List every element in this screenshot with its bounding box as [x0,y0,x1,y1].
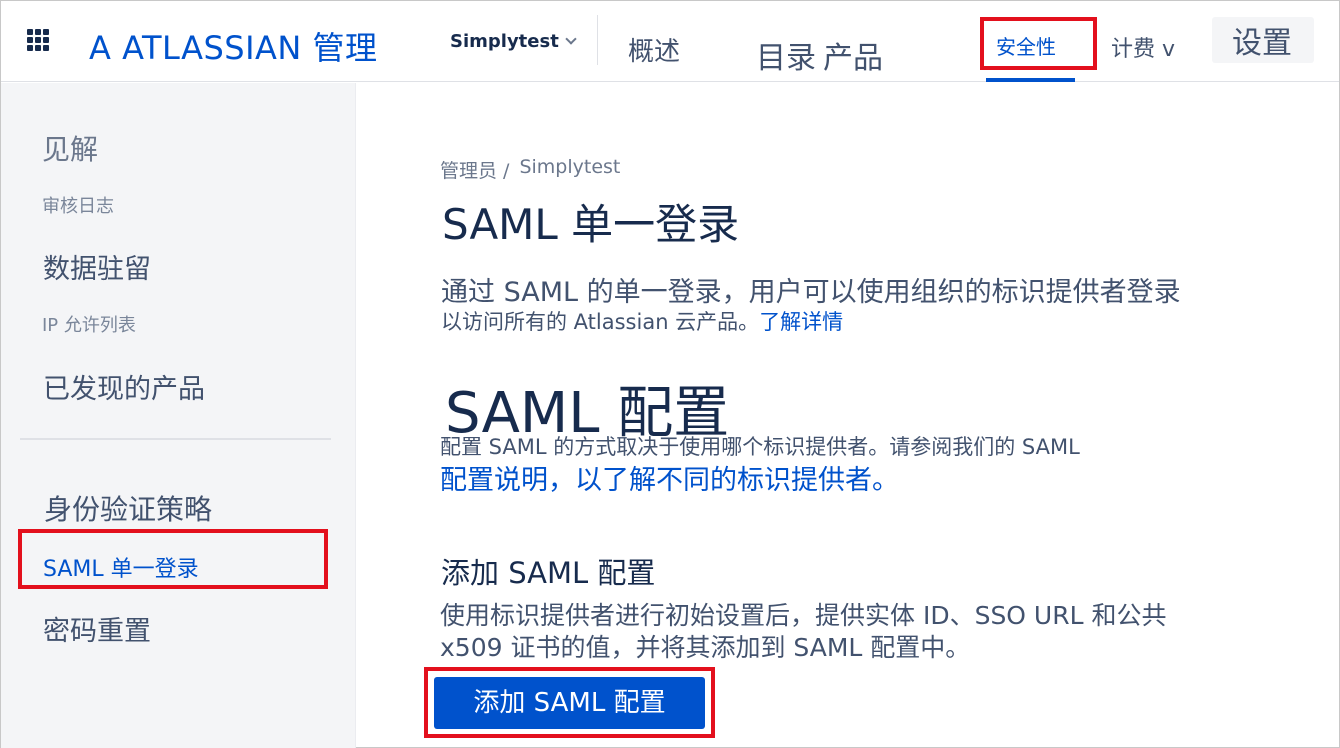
sidebar-item-audit-log[interactable]: 审核日志 [42,192,114,218]
nav-tab-settings[interactable]: 设置 [1212,17,1314,63]
org-name: Simplytest [450,31,559,52]
sidebar-divider [20,438,331,440]
nav-tab-overview[interactable]: 概述 [628,31,680,68]
add-config-description-line2: x509 证书的值，并将其添加到 SAML 配置中。 [440,633,971,662]
nav-divider [597,15,598,65]
top-navigation-bar: A ATLASSIAN 管理 Simplytest 概述 目录 产品 安全性 计… [1,1,1339,82]
sidebar-item-discovered-products[interactable]: 已发现的产品 [43,367,205,406]
atlassian-admin-logo[interactable]: A ATLASSIAN 管理 [89,23,378,69]
add-config-description-line1: 使用标识提供者进行初始设置后，提供实体 ID、SSO URL 和公共 [440,601,1167,630]
sidebar-item-ip-allowlist[interactable]: IP 允许列表 [42,311,136,337]
active-tab-indicator [986,78,1075,82]
intro-text-line1: 通过 SAML 的单一登录，用户可以使用组织的标识提供者登录 [441,277,1181,308]
sidebar-item-data-residency[interactable]: 数据驻留 [43,247,151,286]
learn-more-link[interactable]: 了解详情 [759,306,843,336]
breadcrumb: 管理员 / Simplytest [440,156,620,183]
sidebar-heading-insights: 见解 [42,133,99,166]
add-saml-config-heading: 添加 SAML 配置 [441,556,656,590]
breadcrumb-admin[interactable]: 管理员 / [440,156,509,183]
nav-tab-products[interactable]: 产品 [823,33,883,77]
org-switcher-dropdown[interactable]: Simplytest [450,31,577,52]
security-sidebar: 见解 审核日志 数据驻留 IP 允许列表 已发现的产品 身份验证策略 SAML … [1,83,356,748]
sidebar-item-password-reset[interactable]: 密码重置 [43,609,151,648]
config-instructions-link[interactable]: 配置说明，以了解不同的标识提供者。 [440,458,899,497]
add-saml-config-button[interactable]: 添加 SAML 配置 [434,677,705,729]
intro-text-line2-body: 以访问所有的 Atlassian 云产品。 [441,310,760,334]
config-description-line1: 配置 SAML 的方式取决于使用哪个标识提供者。请参阅我们的 SAML [440,435,1080,459]
highlight-box-saml-sso [18,529,328,589]
nav-tab-billing[interactable]: 计费 v [1111,31,1175,63]
nav-tab-directory[interactable]: 目录 [756,33,816,77]
highlight-box-security [980,17,1097,70]
chevron-down-icon [565,33,577,45]
app-switcher-grid-icon[interactable] [27,29,53,51]
intro-text-line2: 以访问所有的 Atlassian 云产品。 了解详情 [441,306,843,336]
page-title: SAML 单一登录 [442,200,740,249]
sidebar-item-auth-policies[interactable]: 身份验证策略 [44,488,212,528]
main-content: 管理员 / Simplytest SAML 单一登录 通过 SAML 的单一登录… [357,83,1339,748]
breadcrumb-org[interactable]: Simplytest [519,156,620,183]
